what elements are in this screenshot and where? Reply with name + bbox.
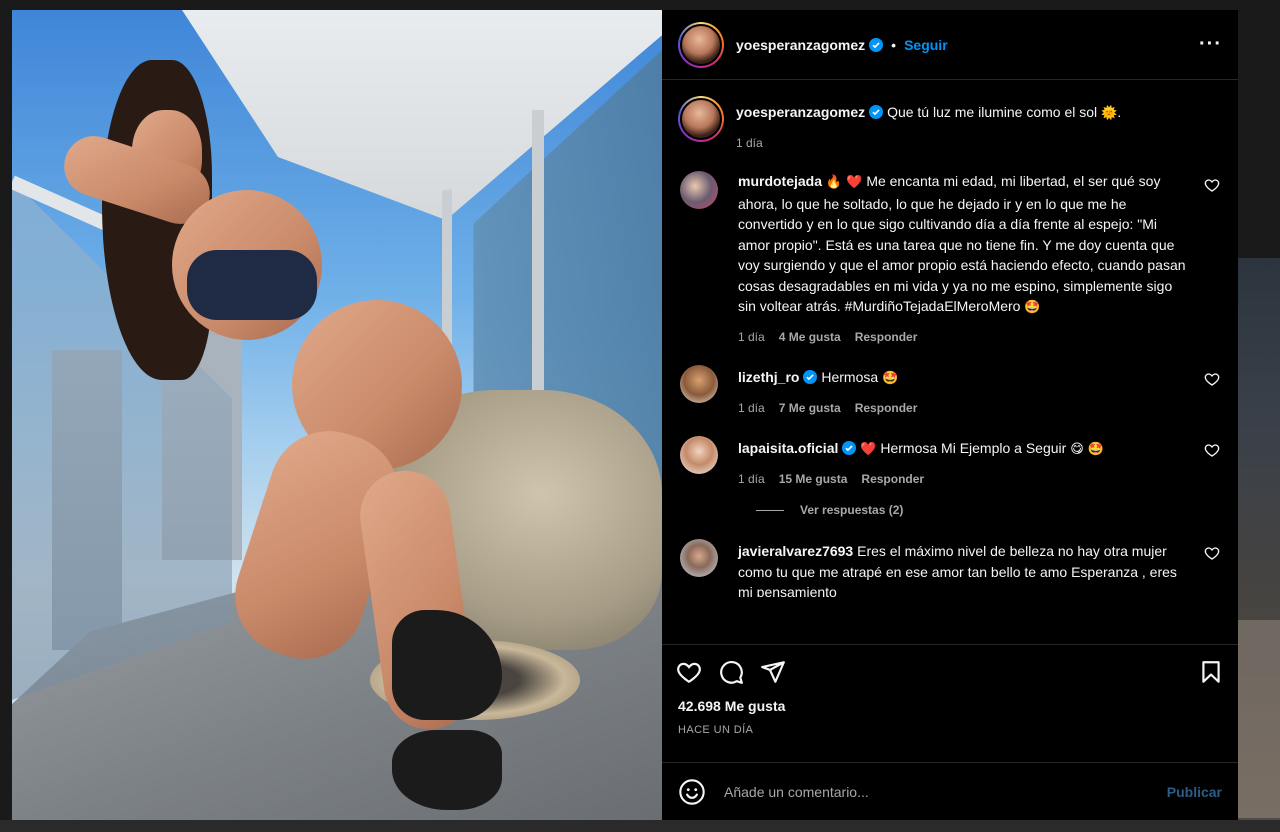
reply-button[interactable]: Responder — [855, 327, 918, 348]
comment-item: lizethj_ro Hermosa 🤩 1 día 7 Me gusta Re… — [678, 365, 1222, 418]
post-details-panel: yoesperanzagomez • Seguir ··· yoesperanz… — [662, 10, 1238, 820]
comment-username[interactable]: lizethj_ro — [738, 369, 799, 385]
posted-time[interactable]: HACE UN DÍA — [662, 720, 1238, 750]
comment-like-heart-icon[interactable] — [1204, 442, 1220, 458]
paper-plane-icon[interactable] — [760, 659, 786, 685]
verified-badge-icon — [869, 105, 884, 119]
reply-button[interactable]: Responder — [855, 398, 918, 419]
comment-time[interactable]: 1 día — [738, 469, 765, 490]
comment-like-heart-icon[interactable] — [1204, 177, 1220, 193]
verified-badge-icon — [803, 370, 818, 384]
comment-like-heart-icon[interactable] — [1204, 371, 1220, 387]
background-photo-strip-lower — [1238, 620, 1280, 832]
add-comment-bar: Publicar — [662, 762, 1238, 820]
comment-icon[interactable] — [718, 659, 744, 685]
caption-time[interactable]: 1 día — [736, 133, 763, 154]
comment-time[interactable]: 1 día — [738, 398, 765, 419]
caption-suffix: . — [1117, 104, 1122, 120]
photo-shoe — [392, 610, 502, 720]
view-replies-line — [756, 509, 784, 511]
reply-button[interactable]: Responder — [861, 469, 924, 490]
verified-badge-icon — [842, 441, 857, 455]
post-actions-bar — [662, 644, 1238, 698]
background-bottom-strip — [0, 820, 1280, 832]
comment-item: javieralvarez7693 Eres el máximo nivel d… — [678, 539, 1222, 597]
comment-input[interactable] — [724, 783, 1167, 800]
photo-top — [187, 250, 317, 320]
publish-button[interactable]: Publicar — [1167, 784, 1222, 800]
caption-username[interactable]: yoesperanzagomez — [736, 104, 865, 120]
heart-icon[interactable] — [676, 659, 702, 685]
view-replies-button[interactable]: Ver respuestas (2) — [756, 503, 1222, 517]
bookmark-icon[interactable] — [1198, 659, 1224, 685]
comment-username[interactable]: javieralvarez7693 — [738, 543, 853, 559]
comment-item: lapaisita.oficial ❤️ Hermosa Mi Ejemplo … — [678, 436, 1222, 489]
follow-button[interactable]: Seguir — [904, 37, 948, 53]
caption-emoji: 🌞 — [1101, 106, 1118, 121]
comment-text: Hermosa Mi Ejemplo a Seguir — [880, 440, 1067, 456]
likes-count[interactable]: 42.698 Me gusta — [662, 698, 1238, 720]
post-caption: yoesperanzagomez Que tú luz me ilumine c… — [678, 96, 1222, 153]
view-replies-label: Ver respuestas (2) — [800, 503, 904, 517]
comment-username[interactable]: murdotejada — [738, 173, 822, 189]
comment-emoji-prefix: ❤️ — [860, 442, 877, 457]
author-avatar[interactable] — [678, 21, 724, 68]
separator-dot: • — [891, 36, 897, 53]
post-photo[interactable] — [12, 10, 662, 820]
post-modal: yoesperanzagomez • Seguir ··· yoesperanz… — [12, 10, 1238, 820]
verified-badge-icon — [869, 37, 884, 52]
commenter-avatar[interactable] — [680, 171, 718, 209]
smiley-icon[interactable] — [678, 778, 706, 806]
author-username[interactable]: yoesperanzagomez — [736, 37, 865, 53]
comment-like-heart-icon[interactable] — [1204, 545, 1220, 561]
comment-time[interactable]: 1 día — [738, 327, 765, 348]
comments-list[interactable]: yoesperanzagomez Que tú luz me ilumine c… — [662, 80, 1238, 644]
more-options-icon[interactable]: ··· — [1199, 33, 1222, 56]
comment-text: Me encanta mi edad, mi libertad, el ser … — [738, 173, 1186, 314]
comment-emoji-suffix: 🤩 — [1024, 300, 1041, 315]
commenter-avatar[interactable] — [680, 539, 718, 577]
comment-likes[interactable]: 15 Me gusta — [779, 469, 848, 490]
comment-likes[interactable]: 7 Me gusta — [779, 398, 841, 419]
photo-person — [52, 50, 532, 810]
comment-item: murdotejada 🔥 ❤️ Me encanta mi edad, mi … — [678, 171, 1222, 347]
commenter-avatar[interactable] — [680, 436, 718, 474]
comment-username[interactable]: lapaisita.oficial — [738, 440, 838, 456]
commenter-avatar[interactable] — [680, 365, 718, 403]
caption-text: Que tú luz me ilumine como el sol — [887, 104, 1098, 120]
comment-emoji-prefix: 🔥 ❤️ — [825, 175, 863, 190]
photo-shoe — [392, 730, 502, 810]
post-header: yoesperanzagomez • Seguir ··· — [662, 10, 1238, 80]
caption-author-avatar[interactable] — [678, 96, 724, 142]
comment-likes[interactable]: 4 Me gusta — [779, 327, 841, 348]
comment-emoji-suffix: 😋 🤩 — [1070, 442, 1105, 457]
comment-text: Hermosa — [821, 369, 879, 385]
comment-emoji-suffix: 🤩 — [882, 371, 899, 386]
